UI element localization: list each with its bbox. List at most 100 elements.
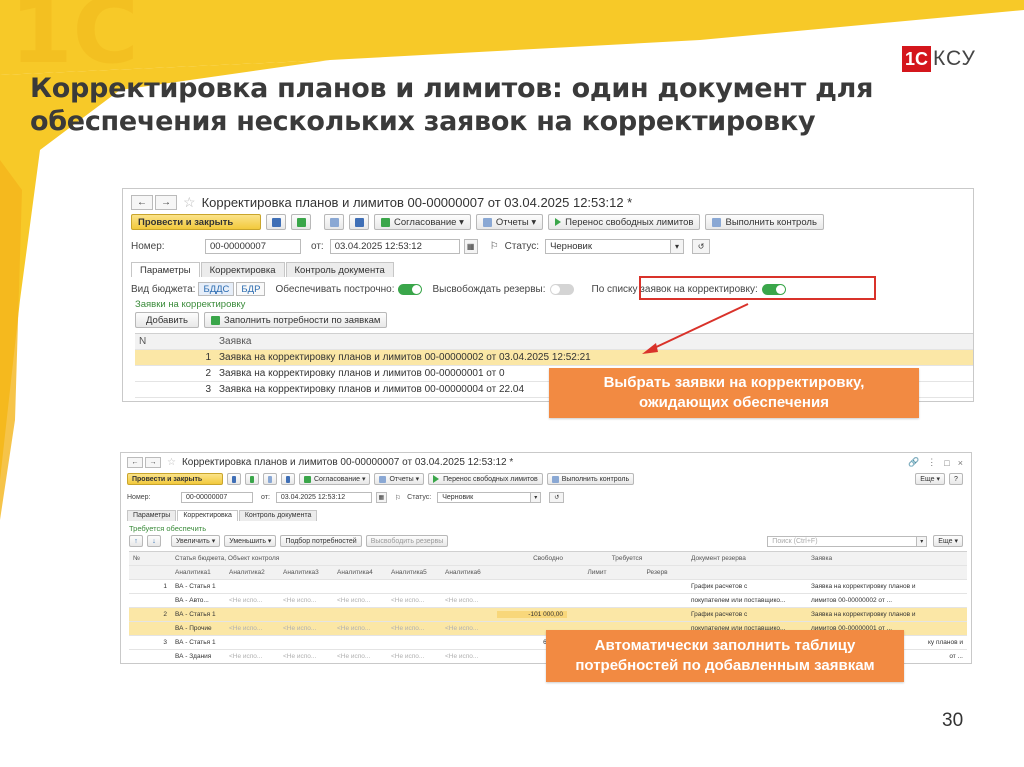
tab-document-control[interactable]: Контроль документа <box>238 510 318 521</box>
more-button[interactable]: Еще ▾ <box>915 473 945 485</box>
history-icon[interactable]: ↺ <box>692 239 711 254</box>
date-label: от: <box>261 494 270 501</box>
transfer-free-limits-button[interactable]: Перенос свободных лимитов <box>428 473 543 485</box>
link-icon[interactable]: 🔗 <box>908 457 919 468</box>
subheader-analytics-3: Аналитика3 <box>283 569 319 576</box>
favorite-star-icon[interactable]: ☆ <box>167 457 176 468</box>
row-sub-article: ВА - Авто... <box>175 597 209 604</box>
release-reserves-toggle[interactable] <box>549 283 574 295</box>
row-analytics: <Не испо... <box>283 597 317 604</box>
add-button[interactable]: Добавить <box>135 312 199 328</box>
row-request: Заявка на корректировку планов и <box>811 611 916 618</box>
approval-button[interactable]: Согласование ▾ <box>299 473 371 485</box>
status-select[interactable]: Черновик <box>437 492 532 503</box>
table-row[interactable]: 2 ВА - Статья 1 -101 000,00 График расче… <box>129 608 967 622</box>
flag-icon: ⚐ <box>394 494 402 502</box>
run-control-button[interactable]: Выполнить контроль <box>705 214 824 230</box>
search-area: Поиск (Ctrl+F) ▾ Еще ▾ <box>767 535 963 547</box>
column-header-free: Свободно <box>533 555 563 562</box>
row-request: Заявка на корректировку планов и лимитов… <box>219 352 591 363</box>
requests-toolbar: Добавить Заполнить потребности по заявка… <box>135 312 392 328</box>
history-icon[interactable]: ↺ <box>549 492 565 503</box>
decrease-button[interactable]: Уменьшить ▾ <box>224 535 277 547</box>
maximize-icon[interactable]: □ <box>944 458 949 468</box>
debit-credit-button[interactable] <box>263 473 277 485</box>
budget-type-label: Вид бюджета: <box>131 283 196 295</box>
movements-button[interactable] <box>281 473 295 485</box>
transfer-label: Перенос свободных лимитов <box>443 475 538 483</box>
budget-type-bdds[interactable]: БДДС <box>198 282 235 296</box>
tab-parameters[interactable]: Параметры <box>131 262 200 277</box>
logo-text: КСУ <box>933 47 976 70</box>
menu-icon[interactable]: ⋮ <box>927 457 936 468</box>
close-icon[interactable]: × <box>958 458 963 468</box>
table-row[interactable]: 1 ВА - Статья 1 График расчетов с Заявка… <box>129 580 967 594</box>
tab-strip: Параметры Корректировка Контроль докумен… <box>131 262 395 277</box>
header-fields: Номер: 00-00000007 от: 03.04.2025 12:53:… <box>127 492 572 503</box>
back-button[interactable]: ← <box>127 457 143 468</box>
tab-correction[interactable]: Корректировка <box>177 510 238 521</box>
table-row[interactable]: 1 Заявка на корректировку планов и лимит… <box>135 350 973 366</box>
tab-document-control[interactable]: Контроль документа <box>285 262 394 277</box>
chevron-down-icon[interactable]: ▾ <box>530 492 542 503</box>
tab-strip: Параметры Корректировка Контроль докумен… <box>127 510 318 521</box>
calendar-icon[interactable]: ▦ <box>463 239 478 254</box>
calendar-icon[interactable]: ▦ <box>375 492 387 503</box>
subheader-limit: Лимит <box>587 569 607 576</box>
more-button-table[interactable]: Еще ▾ <box>933 535 963 547</box>
number-field[interactable]: 00-00000007 <box>181 492 253 503</box>
status-select[interactable]: Черновик <box>545 239 672 254</box>
reports-button[interactable]: Отчеты ▾ <box>374 473 425 485</box>
row-analytics: <Не испо... <box>391 625 425 632</box>
structure-button[interactable] <box>245 473 259 485</box>
date-field[interactable]: 03.04.2025 12:53:12 <box>329 239 460 254</box>
chevron-down-icon[interactable]: ▾ <box>670 239 685 254</box>
row-number: 3 <box>205 384 211 395</box>
save-button[interactable] <box>266 214 286 230</box>
run-control-button[interactable]: Выполнить контроль <box>546 473 635 485</box>
more-menu: Еще ▾ ? <box>915 473 963 485</box>
fill-needs-button[interactable]: Заполнить потребности по заявкам <box>204 312 388 328</box>
run-control-label: Выполнить контроль <box>725 216 817 228</box>
forward-button[interactable]: → <box>145 457 161 468</box>
release-reserves-button[interactable]: Высвободить резервы <box>365 535 449 547</box>
search-dropdown-icon[interactable]: ▾ <box>916 535 928 547</box>
date-field[interactable]: 03.04.2025 12:53:12 <box>275 492 372 503</box>
status-label: Статус: <box>504 241 540 252</box>
column-header-required: Требуется <box>611 555 643 562</box>
tab-parameters[interactable]: Параметры <box>127 510 177 521</box>
search-input[interactable]: Поиск (Ctrl+F) <box>767 535 918 547</box>
reports-button[interactable]: Отчеты ▾ <box>475 214 544 230</box>
move-up-button[interactable]: ↑ <box>129 535 143 547</box>
budget-type-bdr[interactable]: БДР <box>236 282 266 296</box>
transfer-free-limits-button[interactable]: Перенос свободных лимитов <box>548 214 701 230</box>
post-and-close-button[interactable]: Провести и закрыть <box>127 473 223 485</box>
save-button[interactable] <box>227 473 241 485</box>
debit-credit-button[interactable] <box>324 214 344 230</box>
approval-button[interactable]: Согласование ▾ <box>374 214 471 230</box>
line-by-line-toggle[interactable] <box>398 283 423 295</box>
help-button[interactable]: ? <box>949 473 963 485</box>
movements-button[interactable] <box>349 214 369 230</box>
forward-button[interactable]: → <box>155 195 177 210</box>
structure-button[interactable] <box>291 214 311 230</box>
number-field[interactable]: 00-00000007 <box>205 239 301 254</box>
slide-title-line-1: Корректировка планов и лимитов: один док… <box>30 73 874 104</box>
table-row-detail[interactable]: ВА - Авто... <Не испо... <Не испо... <Не… <box>129 594 967 608</box>
number-label: Номер: <box>127 494 151 501</box>
pick-needs-button[interactable]: Подбор потребностей <box>280 535 362 547</box>
subheader-analytics-1: Аналитика1 <box>175 569 211 576</box>
page-number: 30 <box>942 710 964 731</box>
subheader-analytics-2: Аналитика2 <box>229 569 265 576</box>
column-header-article: Статья бюджета, Объект контроля <box>175 555 280 562</box>
move-down-button[interactable]: ↓ <box>147 535 161 547</box>
post-and-close-button[interactable]: Провести и закрыть <box>131 214 261 230</box>
needs-section-label: Требуется обеспечить <box>129 524 207 533</box>
column-header-n: N <box>139 336 147 347</box>
window-title: Корректировка планов и лимитов 00-000000… <box>201 195 633 210</box>
favorite-star-icon[interactable]: ☆ <box>183 194 196 211</box>
tab-correction[interactable]: Корректировка <box>200 262 285 277</box>
increase-label: Увеличить <box>176 537 210 545</box>
back-button[interactable]: ← <box>131 195 153 210</box>
increase-button[interactable]: Увеличить ▾ <box>171 535 221 547</box>
